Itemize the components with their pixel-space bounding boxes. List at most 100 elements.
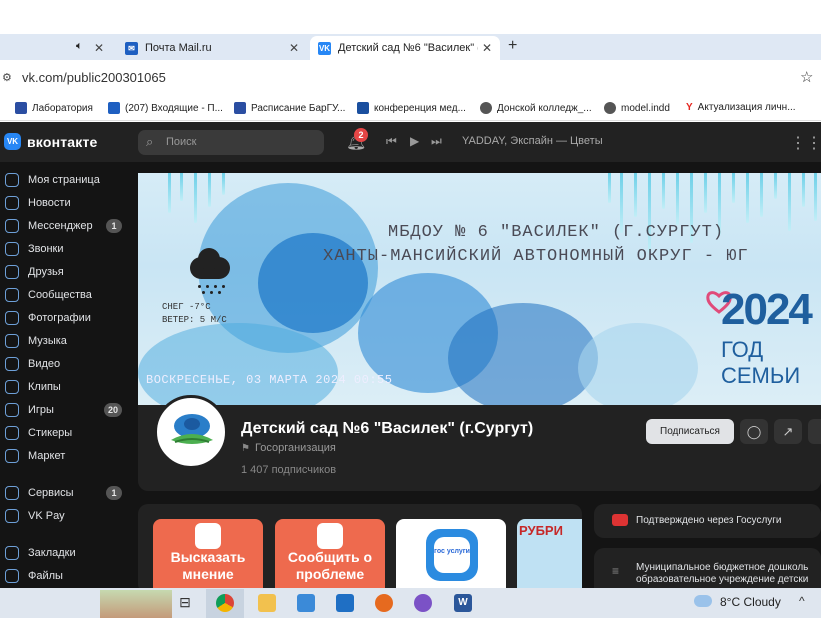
sidebar-item-my-page[interactable]: Моя страница [0, 170, 130, 190]
group-name: Детский сад №6 "Василек" (г.Сургут) [241, 420, 534, 437]
org-line-2: образовательное учреждение детски [636, 574, 809, 585]
bookmark-label: конференция мед... [374, 102, 466, 114]
sidebar-badge: 1 [106, 219, 122, 233]
next-track-icon[interactable]: ⏭︎ [431, 134, 442, 149]
viber-icon[interactable] [414, 594, 432, 612]
mail-app-icon[interactable] [336, 594, 354, 612]
tray-caret-icon[interactable]: ^ [799, 594, 805, 608]
bookmark-item[interactable]: model.indd [604, 102, 670, 114]
sidebar-item-calls[interactable]: Звонки [0, 239, 130, 259]
task-view-icon[interactable]: ⊟ [176, 594, 194, 612]
feedback-card[interactable]: Высказать мнение [153, 519, 263, 588]
sidebar-item-label: Музыка [28, 335, 67, 347]
icicle [760, 173, 763, 217]
tab-close-icon[interactable]: ✕ [289, 41, 299, 55]
bookmark-item[interactable]: Донской колледж_... [480, 102, 592, 114]
vk-pay-icon [5, 509, 19, 523]
tab-close-icon[interactable]: ✕ [482, 41, 492, 55]
sidebar-item-communities[interactable]: Сообщества [0, 285, 130, 305]
vk-logo[interactable]: VK вконтакте [4, 133, 98, 150]
firefox-icon[interactable] [375, 594, 393, 612]
bookmark-item[interactable]: Y Актуализация личн... [686, 102, 796, 113]
tab-mail[interactable]: ✉ Почта Mail.ru ✕ [117, 36, 307, 60]
subscriber-count[interactable]: 1 407 подписчиков [241, 464, 336, 476]
sidebar-item-bookmarks[interactable]: Закладки [0, 543, 130, 563]
sidebar-item-label: Друзья [28, 266, 64, 278]
share-icon[interactable]: ↗ [774, 419, 802, 444]
group-avatar[interactable] [154, 395, 228, 469]
sidebar-item-friends[interactable]: Друзья [0, 262, 130, 282]
verified-text[interactable]: Подтверждено через Госуслуги [636, 515, 782, 526]
icicle [774, 173, 777, 199]
icicle [802, 173, 805, 207]
chrome-icon[interactable] [216, 594, 234, 612]
sidebar-item-music[interactable]: Музыка [0, 331, 130, 351]
now-playing[interactable]: YADDAY, Экспайн — Цветы [462, 135, 603, 147]
bookmark-item[interactable]: (207) Входящие - П... [108, 102, 223, 114]
sidebar-item-photos[interactable]: Фотографии [0, 308, 130, 328]
new-tab-button[interactable]: + [508, 37, 517, 55]
play-icon[interactable]: ▶ [410, 134, 419, 148]
sidebar-item-clips[interactable]: Клипы [0, 377, 130, 397]
tab-label: Почта Mail.ru [145, 42, 212, 54]
report-problem-card[interactable]: Сообщить о проблеме [275, 519, 385, 588]
word-icon[interactable]: W [454, 594, 472, 612]
speaker-icon: 🔈︎ [76, 40, 83, 52]
tab-audio[interactable]: 🔈︎ ✕ [60, 36, 112, 60]
snow-cloud-icon [190, 248, 230, 279]
apps-grid-icon[interactable]: ⋮⋮⋮ [790, 133, 821, 153]
icicle [208, 173, 211, 207]
icicle [180, 173, 183, 201]
subscribe-button[interactable]: Подписаться [646, 419, 734, 444]
icicle [676, 173, 679, 225]
sidebar-item-label: Закладки [28, 547, 76, 559]
group-cover: МБДОУ № 6 "ВАСИЛЕК" (Г.СУРГУТ) ХАНТЫ-МАН… [138, 173, 821, 405]
gosuslugi-card[interactable]: гос услуги [396, 519, 506, 588]
sidebar-item-stickers[interactable]: Стикеры [0, 423, 130, 443]
bookmark-item[interactable]: Лаборатория [15, 102, 93, 114]
search-input[interactable]: ⌕ Поиск [138, 130, 324, 155]
card-label: Высказать мнение [170, 549, 246, 582]
sidebar-item-services[interactable]: Сервисы 1 [0, 483, 130, 503]
sidebar-item-video[interactable]: Видео [0, 354, 130, 374]
taskbar-weather[interactable]: 8°C Cloudy [720, 595, 781, 609]
site-info-icon[interactable]: ⚙ [2, 71, 12, 84]
rubric-card[interactable]: РУБРИ [517, 519, 582, 588]
url-field[interactable]: vk.com/public200301065 [22, 70, 166, 85]
sidebar-item-files[interactable]: Файлы [0, 566, 130, 586]
cloud-icon [694, 595, 712, 607]
sidebar-item-messenger[interactable]: Мессенджер 1 [0, 216, 130, 236]
vk-logo-text: вконтакте [27, 133, 98, 150]
thumbs-up-icon [317, 523, 343, 549]
bookmark-label: Лаборатория [32, 102, 93, 114]
cover-datetime: ВОСКРЕСЕНЬЕ, 03 МАРТА 2024 00:55 [146, 373, 393, 387]
cover-title-line-2: ХАНТЫ-МАНСИЙСКИЙ АВТОНОМНЫЙ ОКРУГ - ЮГ [323, 247, 749, 266]
notification-badge: 2 [354, 128, 368, 142]
file-explorer-icon[interactable] [258, 594, 276, 612]
temperature: 8°C [720, 595, 741, 609]
icicle [788, 173, 791, 231]
sidebar-item-games[interactable]: Игры 20 [0, 400, 130, 420]
tab-label: Детский сад №6 "Василек" (г.С [338, 42, 478, 54]
bookmark-item[interactable]: Расписание БарГУ... [234, 102, 345, 114]
icicle [608, 173, 611, 203]
search-placeholder: Поиск [166, 136, 197, 148]
bookmark-item[interactable]: конференция мед... [357, 102, 466, 114]
tab-bar: 🔈︎ ✕ ✉ Почта Mail.ru ✕ VK Детский сад №6… [0, 34, 821, 60]
friends-icon [5, 265, 19, 279]
sidebar-item-news[interactable]: Новости [0, 193, 130, 213]
year-logo: 2024 [721, 285, 813, 334]
bookmark-star-icon[interactable]: ☆ [800, 68, 813, 86]
tab-vk-active[interactable]: VK Детский сад №6 "Василек" (г.С ✕ [310, 36, 500, 60]
more-button[interactable] [808, 419, 821, 444]
sidebar-item-vk-pay[interactable]: VK Pay [0, 506, 130, 526]
previous-track-icon[interactable]: ⏮︎ [386, 134, 397, 149]
stickers-icon [5, 426, 19, 440]
message-icon[interactable]: ◯ [740, 419, 768, 444]
widgets-panel: Высказать мнение Сообщить о проблеме гос… [138, 504, 582, 588]
store-icon[interactable] [297, 594, 315, 612]
bookmark-label: Актуализация личн... [697, 102, 796, 113]
services-icon [5, 486, 19, 500]
sidebar-item-market[interactable]: Маркет [0, 446, 130, 466]
tab-close-icon[interactable]: ✕ [94, 41, 104, 55]
